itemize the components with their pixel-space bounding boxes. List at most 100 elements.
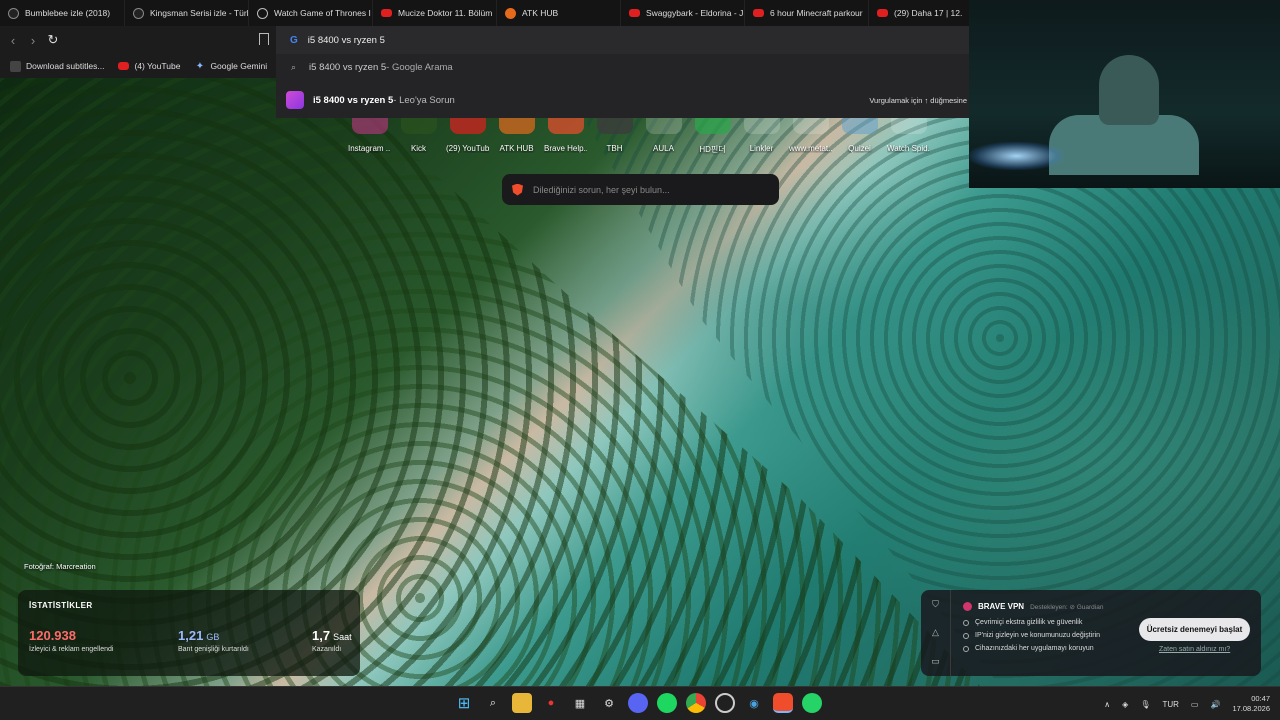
windows-start-icon[interactable]: ⊞ — [454, 693, 474, 713]
clock[interactable]: 00:47 17.08.2026 — [1232, 694, 1270, 714]
tab-game-of-thrones[interactable]: Watch Game of Thrones I — [249, 0, 373, 26]
spotify-icon[interactable] — [657, 693, 677, 713]
monitor-icon[interactable]: ▭ — [1191, 700, 1199, 709]
shortcut-quizei[interactable]: Quizei — [838, 118, 881, 155]
tab-daha-17[interactable]: (29) Daha 17 | 12. Böl — [869, 0, 965, 26]
start-free-trial-button[interactable]: Ücretsiz denemeyi başlat — [1139, 618, 1250, 641]
tab-swaggybark[interactable]: Swaggybark - Eldorina - J — [621, 0, 745, 26]
address-input[interactable]: i5 8400 vs ryzen 5 — [308, 35, 385, 46]
news-icon[interactable]: ▭ — [931, 656, 940, 667]
keyboard-glow — [969, 142, 1064, 170]
widget-switcher: ⛉ △ ▭ — [921, 590, 951, 676]
microphone-icon[interactable]: 🎙 — [1140, 700, 1150, 709]
forward-arrow-icon[interactable]: › — [23, 33, 43, 48]
atk-hub-icon — [505, 7, 516, 19]
shortcut-brave-help[interactable]: Brave Help... — [544, 118, 587, 155]
omnibox-suggestions: ⌕ i5 8400 vs ryzen 5 - Google Arama i5 8… — [276, 54, 970, 118]
taskbar: ⊞ ⌕ ● ▦ ⚙ ◉ ∧ ◈ 🎙 TUR ▭ 🔊 00:47 17.08.20… — [0, 686, 1280, 720]
reload-icon[interactable]: ↻ — [43, 32, 63, 48]
check-icon — [963, 619, 969, 626]
vpn-feature: IP'nizi gizleyin ve konumunuzu değiştiri… — [963, 632, 1100, 639]
vpn-feature: Çevrimiçi ekstra gizlilik ve güvenlik — [963, 619, 1082, 626]
language-indicator[interactable]: TUR — [1162, 700, 1178, 709]
already-purchased-link[interactable]: Zaten satın aldınız mı? — [1159, 646, 1230, 653]
globe-icon — [890, 118, 927, 134]
shortcut-aula[interactable]: AULA — [642, 118, 685, 155]
hdfinder-icon — [694, 118, 731, 134]
tab-bumblebee[interactable]: Bumblebee izle (2018) — [0, 0, 125, 26]
suggestion-google-search[interactable]: ⌕ i5 8400 vs ryzen 5 - Google Arama — [276, 58, 970, 76]
instagram-icon — [351, 118, 388, 134]
globe-icon — [792, 118, 829, 134]
tab-minecraft-parkour[interactable]: 6 hour Minecraft parkour — [745, 0, 869, 26]
settings-gear-icon[interactable]: ⚙ — [599, 693, 619, 713]
gemini-icon: ✦ — [195, 60, 205, 72]
youtube-icon — [877, 9, 888, 17]
whatsapp-icon[interactable] — [802, 693, 822, 713]
back-arrow-icon[interactable]: ‹ — [3, 33, 23, 48]
shortcut-tbh[interactable]: TBH — [593, 118, 636, 155]
chrome-icon[interactable] — [686, 693, 706, 713]
github-icon — [133, 7, 144, 19]
tab-kingsman[interactable]: Kingsman Serisi izle - Türk — [125, 0, 249, 26]
system-tray: ∧ ◈ 🎙 TUR ▭ 🔊 00:47 17.08.2026 — [1104, 687, 1270, 720]
top-sites: Instagram ... Kick (29) YouTube ATK HUB … — [348, 118, 930, 155]
keyboard-hint: Vurgulamak için ↑ düğmesine — [869, 95, 967, 105]
brave-search-icon — [512, 183, 523, 196]
talk-icon[interactable]: △ — [932, 627, 939, 638]
github-icon — [8, 7, 19, 19]
volume-icon[interactable]: 🔊 — [1210, 700, 1220, 709]
shortcut-instagram[interactable]: Instagram ... — [348, 118, 391, 155]
chevron-up-icon[interactable]: ∧ — [1104, 700, 1110, 709]
taskbar-apps: ⊞ ⌕ ● ▦ ⚙ ◉ — [454, 693, 822, 713]
shortcut-kick[interactable]: Kick — [397, 118, 440, 155]
bookmark-icon[interactable] — [259, 33, 269, 45]
aula-icon — [645, 118, 682, 134]
shortcut-hdfinder[interactable]: HD핀더 — [691, 118, 734, 155]
steam-icon[interactable]: ◉ — [744, 693, 764, 713]
game-app-icon[interactable]: ● — [541, 693, 561, 713]
bookmark-google-gemini[interactable]: ✦ Google Gemini — [194, 61, 267, 72]
stat-blocked: 120.938 İzleyici & reklam engellendi — [29, 628, 114, 653]
check-icon — [963, 645, 969, 652]
stats-widget: İSTATİSTİKLER 120.938 İzleyici & reklam … — [18, 590, 360, 676]
shortcut-watch-spid[interactable]: Watch Spid... — [887, 118, 930, 155]
bookmark-youtube[interactable]: (4) YouTube — [118, 61, 180, 71]
store-icon[interactable]: ▦ — [570, 693, 590, 713]
steam-helper-icon[interactable] — [715, 693, 735, 713]
kick-icon — [400, 118, 437, 134]
brave-vpn-widget: ⛉ △ ▭ BRAVE VPN Destekleyen: ⊘ Guardian Ç… — [921, 590, 1261, 676]
shortcut-linkler[interactable]: Linkler — [740, 118, 783, 155]
address-bar[interactable]: G i5 8400 vs ryzen 5 — [276, 26, 970, 54]
tab-mucize-doktor[interactable]: Mucize Doktor 11. Bölüm — [373, 0, 497, 26]
stat-time-saved: 1,7 Saat Kazanıldı — [312, 628, 352, 653]
photo-credit[interactable]: Fotoğraf: Marcreation — [24, 562, 96, 571]
suggestion-ask-leo[interactable]: i5 8400 vs ryzen 5 - Leo'ya Sorun Vurgul… — [276, 90, 970, 110]
shortcut-metat[interactable]: www.metat... — [789, 118, 832, 155]
subtitle-icon — [10, 60, 21, 72]
new-tab-search-box[interactable]: Dilediğinizi sorun, her şeyi bulun... — [502, 174, 779, 205]
globe-icon — [257, 7, 268, 19]
webcam-overlay — [969, 0, 1280, 188]
brave-browser-icon[interactable] — [773, 693, 793, 713]
bookmark-download-subtitles[interactable]: Download subtitles... — [10, 60, 104, 72]
vpn-feature: Cihazınızdaki her uygulamayı koruyun — [963, 645, 1094, 652]
leo-ai-icon — [286, 91, 304, 109]
file-explorer-icon[interactable] — [512, 693, 532, 713]
search-input[interactable]: Dilediğinizi sorun, her şeyi bulun... — [533, 185, 670, 195]
youtube-icon — [381, 9, 392, 17]
link-icon — [743, 118, 780, 134]
vpn-shield-icon[interactable]: ⛉ — [932, 599, 939, 610]
shortcut-atk-hub[interactable]: ATK HUB — [495, 118, 538, 155]
discord-icon[interactable] — [628, 693, 648, 713]
stats-title: İSTATİSTİKLER — [29, 601, 93, 610]
screen: Bumblebee izle (2018) Kingsman Serisi iz… — [0, 0, 1280, 720]
youtube-icon — [449, 118, 486, 134]
check-icon — [963, 632, 969, 639]
vpn-title: BRAVE VPN Destekleyen: ⊘ Guardian — [963, 602, 1103, 611]
search-icon[interactable]: ⌕ — [483, 693, 503, 713]
shortcut-youtube[interactable]: (29) YouTube — [446, 118, 489, 155]
network-app-icon[interactable]: ◈ — [1122, 700, 1128, 709]
brave-icon — [547, 118, 584, 134]
tab-atk-hub[interactable]: ATK HUB — [497, 0, 621, 26]
